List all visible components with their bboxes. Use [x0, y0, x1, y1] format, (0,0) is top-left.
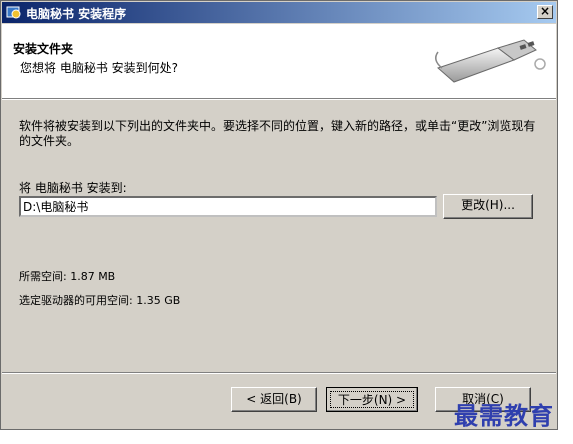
header-panel: 安装文件夹 您想将 电脑秘书 安装到何处? [2, 24, 556, 99]
change-button[interactable]: 更改(H)... [443, 194, 533, 219]
usb-drive-icon [435, 39, 546, 83]
header-divider [2, 99, 556, 100]
title-bar[interactable]: 电脑秘书 安装程序 × [2, 2, 556, 23]
page-title: 安装文件夹 [13, 42, 74, 56]
back-button[interactable]: < 返回(B) [231, 387, 317, 412]
space-required-text: 所需空间: 1.87 MB [19, 270, 116, 283]
watermark-logo: 最需教育 [454, 401, 554, 430]
description-text: 软件将被安装到以下列出的文件夹中。要选择不同的位置，键入新的路径，或单击“更改”… [19, 119, 536, 148]
footer-divider [2, 372, 556, 374]
page-subtitle: 您想将 电脑秘书 安装到何处? [20, 61, 178, 75]
space-available-text: 选定驱动器的可用空间: 1.35 GB [19, 294, 181, 307]
next-button[interactable]: 下一步(N) > [326, 387, 418, 412]
next-button-label: 下一步(N) > [330, 391, 414, 408]
destination-label: 将 电脑秘书 安装到: [19, 181, 127, 195]
close-icon: × [539, 4, 551, 18]
installer-window: 电脑秘书 安装程序 × 安装文件夹 您想将 电脑秘书 安装到何处? 软件将被安装… [0, 0, 558, 430]
window-title: 电脑秘书 安装程序 [26, 7, 127, 21]
close-button[interactable]: × [537, 5, 553, 19]
app-icon [6, 6, 21, 19]
install-path-field[interactable] [19, 196, 437, 217]
